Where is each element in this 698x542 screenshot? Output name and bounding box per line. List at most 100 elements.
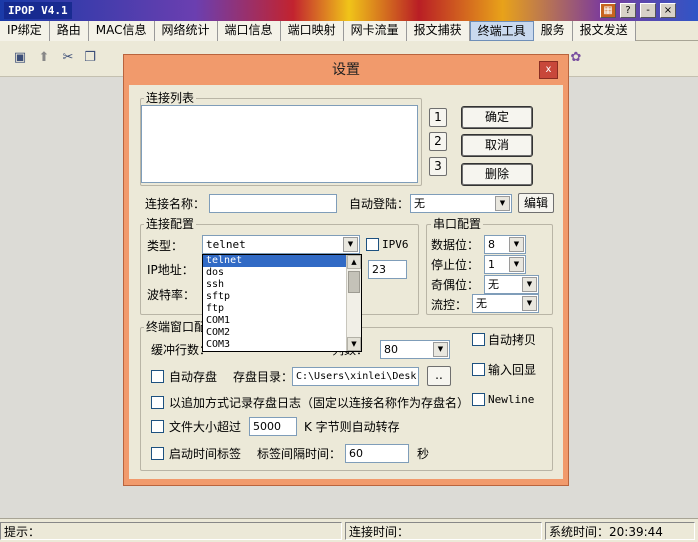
- baud-rate-label: 波特率：: [147, 288, 196, 302]
- serial-config-label: 串口配置: [431, 217, 484, 231]
- data-bits-value: 8: [488, 238, 495, 251]
- status-system-time: 系统时间：20:39:44: [545, 522, 695, 540]
- tab-mac-info[interactable]: MAC信息: [88, 21, 155, 41]
- flow-control-label: 流控：: [431, 298, 468, 312]
- stop-bits-label: 停止位：: [431, 258, 480, 272]
- timestamp-checkbox[interactable]: [151, 447, 164, 460]
- settings-icon[interactable]: ✿: [568, 50, 584, 66]
- tab-packet-capture[interactable]: 报文捕获: [406, 21, 470, 41]
- tab-ip-binding[interactable]: IP绑定: [0, 21, 50, 41]
- interval-unit: 秒: [417, 447, 430, 461]
- chevron-down-icon: ▼: [433, 342, 448, 357]
- append-log-label: 以追加方式记录存盘日志（固定以连接名称作为存盘名）: [169, 396, 470, 410]
- network-icon[interactable]: ▣: [12, 50, 28, 66]
- ok-button[interactable]: 确定: [461, 106, 533, 129]
- tab-services[interactable]: 服务: [533, 21, 573, 41]
- file-size-checkbox[interactable]: [151, 420, 164, 433]
- port-input[interactable]: 23: [368, 260, 407, 279]
- columns-select[interactable]: 80 ▼: [380, 340, 450, 359]
- parity-select[interactable]: 无 ▼: [484, 275, 539, 294]
- tab-route[interactable]: 路由: [49, 21, 89, 41]
- tab-network-stats[interactable]: 网络统计: [154, 21, 218, 41]
- main-tab-bar: IP绑定 路由 MAC信息 网络统计 端口信息 端口映射 网卡流量 报文捕获 终…: [0, 21, 698, 41]
- newline-label: Newline: [488, 393, 535, 406]
- type-option-telnet[interactable]: telnet: [203, 255, 361, 267]
- chevron-down-icon: ▼: [522, 296, 537, 311]
- append-log-checkbox[interactable]: [151, 396, 164, 409]
- file-size-input[interactable]: 5000: [249, 417, 297, 436]
- tab-port-mapping[interactable]: 端口映射: [280, 21, 344, 41]
- dialog-title: 设置: [332, 62, 360, 78]
- chevron-down-icon: ▼: [343, 237, 358, 252]
- auto-copy-checkbox[interactable]: [472, 333, 485, 346]
- chevron-down-icon: ▼: [509, 257, 524, 272]
- scroll-up-icon[interactable]: ▲: [347, 255, 361, 269]
- copy-icon[interactable]: ❐: [82, 50, 98, 66]
- app-menu-icon[interactable]: ▦: [600, 3, 616, 18]
- flow-control-value: 无: [476, 297, 487, 310]
- columns-value: 80: [384, 343, 398, 356]
- type-value: telnet: [206, 238, 246, 251]
- auto-login-select[interactable]: 无 ▼: [410, 194, 512, 213]
- connection-list-label: 连接列表: [144, 91, 197, 105]
- data-bits-select[interactable]: 8 ▼: [484, 235, 526, 254]
- type-option-com1[interactable]: COM1: [203, 315, 361, 327]
- connection-1-button[interactable]: 1: [429, 108, 447, 127]
- newline-checkbox[interactable]: [472, 393, 485, 406]
- close-window-button[interactable]: ×: [660, 3, 676, 18]
- tab-packet-send[interactable]: 报文发送: [572, 21, 636, 41]
- type-dropdown-list[interactable]: telnet dos ssh sftp ftp COM1 COM2 COM3 ▲…: [202, 254, 362, 352]
- cut-icon[interactable]: ✂: [60, 50, 76, 66]
- connection-listbox[interactable]: [141, 105, 418, 183]
- auto-save-label: 自动存盘: [169, 370, 218, 384]
- connection-name-label: 连接名称：: [145, 197, 206, 211]
- cancel-button[interactable]: 取消: [461, 134, 533, 157]
- status-connect-time: 连接时间：: [345, 522, 542, 540]
- interval-input[interactable]: 60: [345, 444, 409, 463]
- type-option-dos[interactable]: dos: [203, 267, 361, 279]
- stop-bits-value: 1: [488, 258, 495, 271]
- terminal-config-label: 终端窗口配: [144, 320, 209, 334]
- dialog-body: 连接列表 1 2 3 确定 取消 删除 连接名称： 自动登陆： 无 ▼ 编辑 连…: [129, 85, 563, 479]
- ipv6-checkbox[interactable]: [366, 238, 379, 251]
- connection-3-button[interactable]: 3: [429, 157, 447, 176]
- input-echo-checkbox[interactable]: [472, 363, 485, 376]
- scroll-thumb[interactable]: [348, 271, 360, 293]
- delete-button[interactable]: 删除: [461, 163, 533, 186]
- help-button[interactable]: ?: [620, 3, 636, 18]
- tab-port-info[interactable]: 端口信息: [217, 21, 281, 41]
- auto-login-label: 自动登陆：: [349, 197, 410, 211]
- status-bar: 提示： 连接时间： 系统时间：20:39:44: [0, 518, 698, 542]
- chevron-down-icon: ▼: [495, 196, 510, 211]
- connection-2-button[interactable]: 2: [429, 132, 447, 151]
- save-dir-input[interactable]: C:\Users\xinlei\Desk: [292, 367, 419, 386]
- close-icon[interactable]: x: [539, 61, 558, 79]
- edit-button[interactable]: 编辑: [518, 193, 554, 213]
- type-option-ssh[interactable]: ssh: [203, 279, 361, 291]
- tab-terminal-tools[interactable]: 终端工具: [469, 21, 534, 41]
- file-size-label: 文件大小超过: [169, 420, 242, 434]
- type-label: 类型：: [147, 239, 184, 253]
- tab-nic-traffic[interactable]: 网卡流量: [343, 21, 407, 41]
- connection-name-input[interactable]: [209, 194, 337, 213]
- status-hint: 提示：: [0, 522, 342, 540]
- type-option-com3[interactable]: COM3: [203, 339, 361, 351]
- type-option-ftp[interactable]: ftp: [203, 303, 361, 315]
- ipv6-label: IPV6: [382, 238, 409, 251]
- flow-control-select[interactable]: 无 ▼: [472, 294, 539, 313]
- input-echo-label: 输入回显: [488, 363, 537, 377]
- type-option-com2[interactable]: COM2: [203, 327, 361, 339]
- type-select[interactable]: telnet ▼: [202, 235, 360, 254]
- file-size-suffix: K 字节则自动转存: [304, 420, 400, 434]
- chevron-down-icon: ▼: [522, 277, 537, 292]
- auto-save-checkbox[interactable]: [151, 370, 164, 383]
- stop-bits-select[interactable]: 1 ▼: [484, 255, 526, 274]
- browse-button[interactable]: ..: [427, 366, 451, 386]
- dropdown-scrollbar[interactable]: ▲ ▼: [346, 255, 361, 351]
- chevron-down-icon: ▼: [509, 237, 524, 252]
- app-title: IPOP V4.1: [4, 2, 72, 19]
- type-option-sftp[interactable]: sftp: [203, 291, 361, 303]
- minimize-button[interactable]: -: [640, 3, 656, 18]
- upload-icon[interactable]: ⬆: [36, 50, 52, 66]
- scroll-down-icon[interactable]: ▼: [347, 337, 361, 351]
